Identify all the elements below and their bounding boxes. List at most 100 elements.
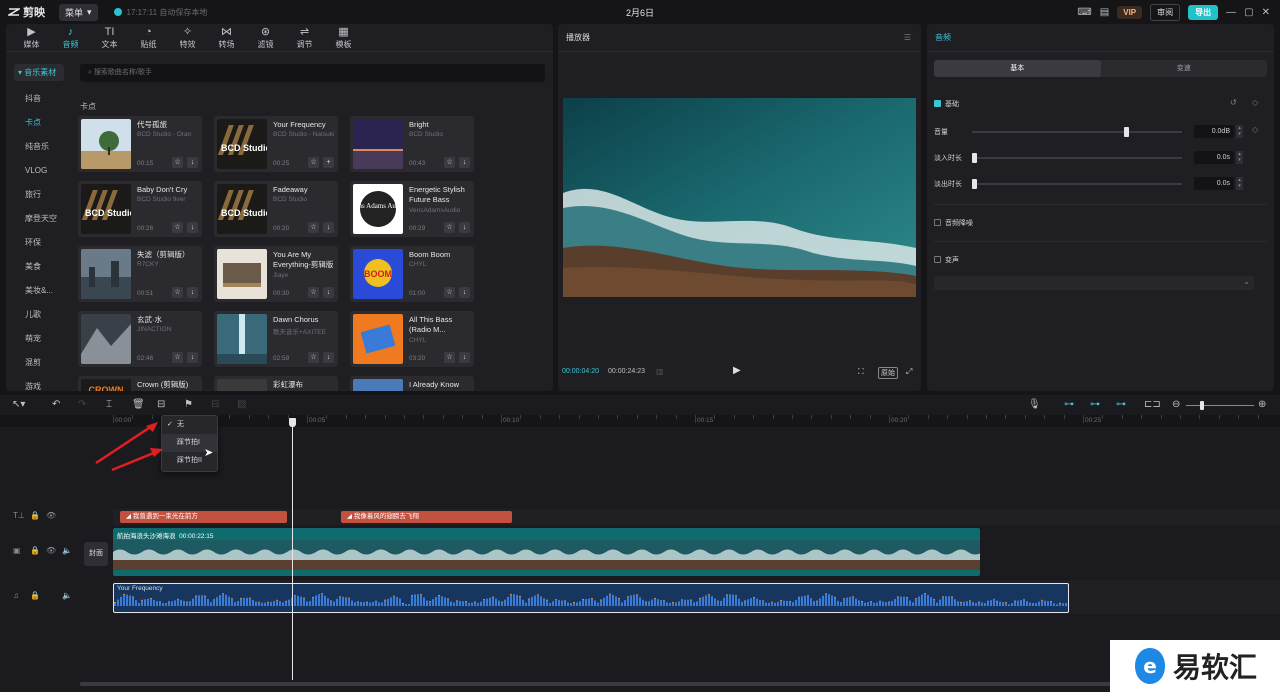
music-card[interactable]: BCD Studio Baby Don't Cry BCD Studio 9ver 0… — [78, 181, 202, 237]
music-card[interactable]: You Are My Everything-剪辑版 Jiaye 00:30 ☆ ↓ — [214, 246, 338, 302]
close-icon[interactable]: ✕ — [1262, 7, 1270, 18]
maximize-icon[interactable]: ▢ — [1244, 7, 1253, 18]
menu-icon[interactable]: ☰ — [904, 24, 911, 52]
sidebar-item[interactable]: 美食 — [6, 255, 72, 279]
timecode-toggle-icon[interactable]: ▥ — [656, 367, 664, 376]
dropdown-item-none[interactable]: ✓ 无 — [162, 416, 217, 434]
music-card[interactable]: BCD Studio Fadeaway BCD Studio 00:20 ☆ ↓ — [214, 181, 338, 237]
music-card[interactable]: 彩虹瀑布 — [214, 376, 338, 391]
marker-icon[interactable]: ⚑ — [184, 399, 193, 410]
download-icon[interactable]: ↓ — [187, 352, 198, 363]
preview-axis-icon[interactable]: ⊶ — [1116, 399, 1126, 410]
tab-text[interactable]: TI 文本 — [90, 24, 129, 51]
menu-button[interactable]: 菜单 ▾ — [59, 3, 98, 21]
favorite-icon[interactable]: ☆ — [172, 287, 183, 298]
audio-clip[interactable]: Your Frequency — [113, 583, 1069, 613]
image-icon[interactable]: ▨ — [237, 399, 246, 410]
timeline-scrollbar[interactable] — [80, 682, 1280, 686]
beat-sync-icon[interactable]: ⊟ — [157, 399, 165, 410]
fadein-slider-knob[interactable] — [972, 153, 977, 163]
zoom-slider[interactable] — [1186, 401, 1254, 410]
music-card[interactable]: Bright BCD Studio 00:43 ☆ ↓ — [350, 116, 474, 172]
sidebar-item[interactable]: 游戏 — [6, 375, 72, 391]
review-button[interactable]: 审阅 — [1150, 3, 1181, 21]
tab-effects[interactable]: ✧ 特效 — [168, 24, 207, 51]
zoom-slider-knob[interactable] — [1200, 401, 1204, 410]
fadeout-slider-knob[interactable] — [972, 179, 977, 189]
tab-media[interactable]: ▶ 媒体 — [12, 24, 51, 51]
volume-slider[interactable] — [972, 127, 1182, 137]
tab-speed[interactable]: 变速 — [1101, 60, 1268, 77]
favorite-icon[interactable]: ☆ — [172, 352, 183, 363]
favorite-icon[interactable]: ☆ — [308, 222, 319, 233]
sidebar-item[interactable]: 混剪 — [6, 351, 72, 375]
text-clip-1[interactable]: ◢ 我曾遇到一束光在前方 — [120, 511, 287, 523]
export-button[interactable]: 导出 — [1188, 4, 1219, 20]
sidebar-item[interactable]: VLOG — [6, 159, 72, 183]
music-card[interactable]: Dawn Chorus 歌天音乐+AXITEE 02:59 ☆ ↓ — [214, 311, 338, 367]
zoom-out-icon[interactable]: ⊖ — [1172, 399, 1180, 410]
volume-slider-knob[interactable] — [1123, 127, 1129, 137]
download-icon[interactable]: ↓ — [459, 222, 470, 233]
tab-adjust[interactable]: ⇌ 调节 — [285, 24, 324, 51]
fadein-slider[interactable] — [972, 153, 1182, 163]
music-card[interactable]: 玄武·水 JINACTION 02:46 ☆ ↓ — [78, 311, 202, 367]
sidebar-header[interactable]: ▾ 音乐素材 — [14, 64, 64, 81]
mic-icon[interactable]: 🎙 — [1028, 399, 1041, 410]
speaker-icon[interactable]: 🔈 — [62, 591, 72, 600]
favorite-icon[interactable]: ☆ — [308, 352, 319, 363]
keyframe-icon[interactable]: ◇ — [1252, 125, 1258, 134]
sidebar-item[interactable]: 美妆&... — [6, 279, 72, 303]
download-icon[interactable]: ↓ — [459, 352, 470, 363]
play-icon[interactable]: ▶ — [733, 365, 741, 376]
fadein-stepper[interactable]: ▴ ▾ — [1236, 151, 1243, 164]
eye-icon[interactable]: 👁 — [46, 511, 56, 520]
split-view-icon[interactable]: ⊏⊐ — [1144, 399, 1161, 410]
sidebar-item[interactable]: 摩登天空 — [6, 207, 72, 231]
download-icon[interactable]: ↓ — [323, 287, 334, 298]
favorite-icon[interactable]: ☆ — [172, 157, 183, 168]
ratio-button[interactable]: 原始 — [878, 367, 898, 379]
voice-change-checkbox[interactable] — [934, 256, 941, 263]
fadeout-field[interactable]: 0.0s — [1194, 177, 1234, 190]
favorite-icon[interactable]: ☆ — [444, 157, 455, 168]
volume-stepper[interactable]: ▴ ▾ — [1236, 125, 1243, 138]
music-card[interactable]: 代号孤旅 BCD Studio - Oran 00:15 ☆ ↓ — [78, 116, 202, 172]
snap-icon[interactable]: ⊶ — [1090, 399, 1100, 410]
music-search-input[interactable]: ⌕ 搜索歌曲名称/歌手 — [80, 64, 545, 82]
redo-icon[interactable]: ↷ — [78, 399, 86, 410]
favorite-icon[interactable]: ☆ — [308, 157, 319, 168]
tab-transition[interactable]: ⋈ 转场 — [207, 24, 246, 51]
link-icon[interactable]: ⊶ — [1064, 399, 1074, 410]
basic-checkbox[interactable] — [934, 100, 941, 107]
keyframe-icon[interactable]: ◇ — [1252, 98, 1258, 107]
lock-icon[interactable]: 🔒 — [30, 591, 40, 600]
tab-filter[interactable]: ⊛ 滤镜 — [246, 24, 285, 51]
favorite-icon[interactable]: ☆ — [172, 222, 183, 233]
reset-icon[interactable]: ↺ — [1230, 98, 1237, 107]
sidebar-item[interactable]: 旅行 — [6, 183, 72, 207]
music-card[interactable]: All This Bass (Radio M... CHYL 03:20 ☆ ↓ — [350, 311, 474, 367]
volume-field[interactable]: 0.0dB — [1194, 125, 1234, 138]
vip-badge[interactable]: VIP — [1117, 5, 1143, 19]
layout-icon[interactable]: ▤ — [1100, 7, 1109, 18]
music-card[interactable]: BOOM Boom Boom CHYL 01:00 ☆ ↓ — [350, 246, 474, 302]
favorite-icon[interactable]: ☆ — [308, 287, 319, 298]
tab-audio[interactable]: ♪ 音频 — [51, 24, 90, 51]
download-icon[interactable]: ↓ — [459, 157, 470, 168]
select-tool-icon[interactable]: ↖▾ — [12, 399, 25, 410]
voice-select[interactable]: ⌄ — [934, 276, 1254, 290]
music-card[interactable]: CROWN Crown (剪辑版) — [78, 376, 202, 391]
freeze-icon[interactable]: ⊟ — [211, 399, 219, 410]
sidebar-item[interactable]: 环保 — [6, 231, 72, 255]
scrollbar-thumb[interactable] — [80, 682, 1240, 686]
undo-icon[interactable]: ↶ — [52, 399, 60, 410]
lock-icon[interactable]: 🔒 — [30, 546, 40, 555]
download-icon[interactable]: ↓ — [323, 222, 334, 233]
delete-icon[interactable]: 🗑 — [132, 399, 145, 410]
favorite-icon[interactable]: ☆ — [444, 222, 455, 233]
cover-button[interactable]: 封面 — [84, 542, 108, 566]
favorite-icon[interactable]: ☆ — [444, 287, 455, 298]
download-icon[interactable]: ↓ — [323, 352, 334, 363]
sidebar-item[interactable]: 萌宠 — [6, 327, 72, 351]
